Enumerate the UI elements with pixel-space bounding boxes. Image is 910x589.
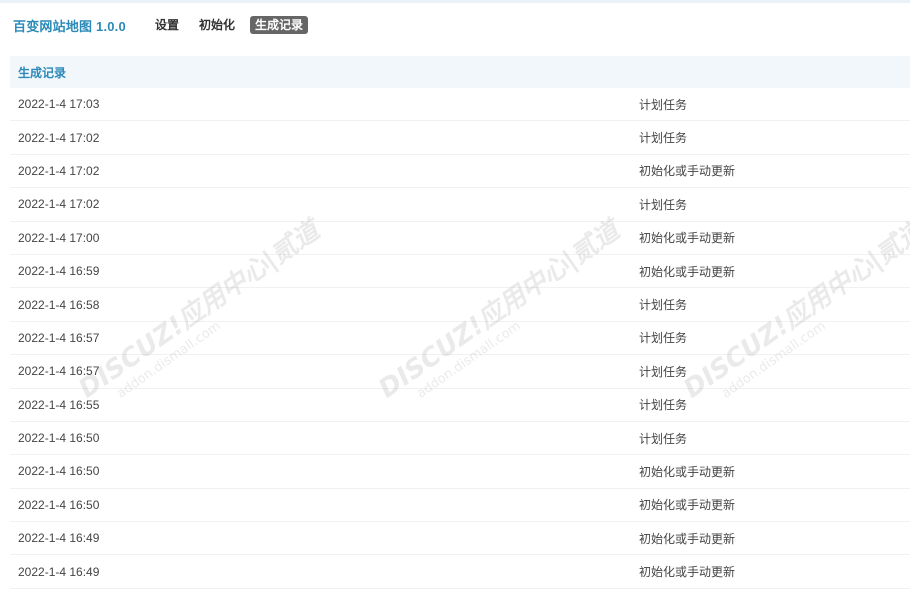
table-row: 2022-1-4 16:57 计划任务: [10, 322, 910, 356]
row-type: 初始化或手动更新: [639, 164, 736, 179]
table-row: 2022-1-4 16:50 计划任务: [10, 422, 910, 456]
row-time: 2022-1-4 16:57: [18, 330, 100, 345]
row-time: 2022-1-4 16:50: [18, 497, 100, 512]
row-time: 2022-1-4 17:00: [18, 230, 100, 245]
log-table: 2022-1-4 17:03 计划任务 2022-1-4 17:02 计划任务 2022…: [10, 88, 910, 589]
row-time: 2022-1-4 16:50: [18, 464, 100, 479]
row-type: 初始化或手动更新: [639, 498, 736, 513]
top-border: [0, 0, 910, 3]
row-time: 2022-1-4 16:50: [18, 431, 100, 446]
row-time: 2022-1-4 17:02: [18, 163, 100, 178]
table-row: 2022-1-4 17:02 初始化或手动更新: [10, 155, 910, 189]
app-title: 百变网站地图 1.0.0: [13, 18, 126, 34]
row-type: 初始化或手动更新: [639, 565, 736, 580]
row-time: 2022-1-4 16:49: [18, 564, 100, 579]
table-row: 2022-1-4 16:59 初始化或手动更新: [10, 255, 910, 289]
row-type: 初始化或手动更新: [639, 231, 736, 246]
table-row: 2022-1-4 16:49 初始化或手动更新: [10, 522, 910, 556]
table-row: 2022-1-4 16:55 计划任务: [10, 389, 910, 422]
table-row: 2022-1-4 17:00 初始化或手动更新: [10, 222, 910, 255]
row-type: 计划任务: [639, 431, 688, 446]
table-row: 2022-1-4 17:02 计划任务: [10, 188, 910, 222]
app-header: 百变网站地图 1.0.0 设置 初始化 生成记录: [0, 10, 910, 40]
table-row: 2022-1-4 16:50 初始化或手动更新: [10, 455, 910, 489]
row-time: 2022-1-4 17:02: [18, 197, 100, 212]
panel-title: 生成记录: [10, 56, 910, 88]
row-type: 初始化或手动更新: [639, 464, 736, 479]
row-type: 计划任务: [639, 97, 688, 112]
row-type: 计划任务: [639, 364, 688, 379]
table-row: 2022-1-4 17:03 计划任务: [10, 88, 910, 122]
row-type: 初始化或手动更新: [639, 264, 736, 279]
table-row: 2022-1-4 16:50 初始化或手动更新: [10, 489, 910, 523]
tab-settings[interactable]: 设置: [150, 16, 184, 34]
row-time: 2022-1-4 16:58: [18, 297, 100, 312]
row-time: 2022-1-4 16:57: [18, 364, 100, 379]
row-time: 2022-1-4 17:02: [18, 130, 100, 145]
row-time: 2022-1-4 16:49: [18, 531, 100, 546]
table-row: 2022-1-4 17:02 计划任务: [10, 121, 910, 155]
tab-initialize[interactable]: 初始化: [194, 16, 240, 34]
row-type: 计划任务: [639, 398, 688, 413]
table-row: 2022-1-4 16:49 初始化或手动更新: [10, 555, 910, 589]
row-time: 2022-1-4 16:55: [18, 397, 100, 412]
table-row: 2022-1-4 16:57 计划任务: [10, 355, 910, 389]
row-time: 2022-1-4 17:03: [18, 97, 100, 112]
row-type: 计划任务: [639, 197, 688, 212]
row-type: 计划任务: [639, 298, 688, 313]
row-type: 计划任务: [639, 131, 688, 146]
row-type: 计划任务: [639, 331, 688, 346]
row-time: 2022-1-4 16:59: [18, 264, 100, 279]
row-type: 初始化或手动更新: [639, 531, 736, 546]
tab-generation-log[interactable]: 生成记录: [249, 16, 308, 34]
table-row: 2022-1-4 16:58 计划任务: [10, 288, 910, 322]
